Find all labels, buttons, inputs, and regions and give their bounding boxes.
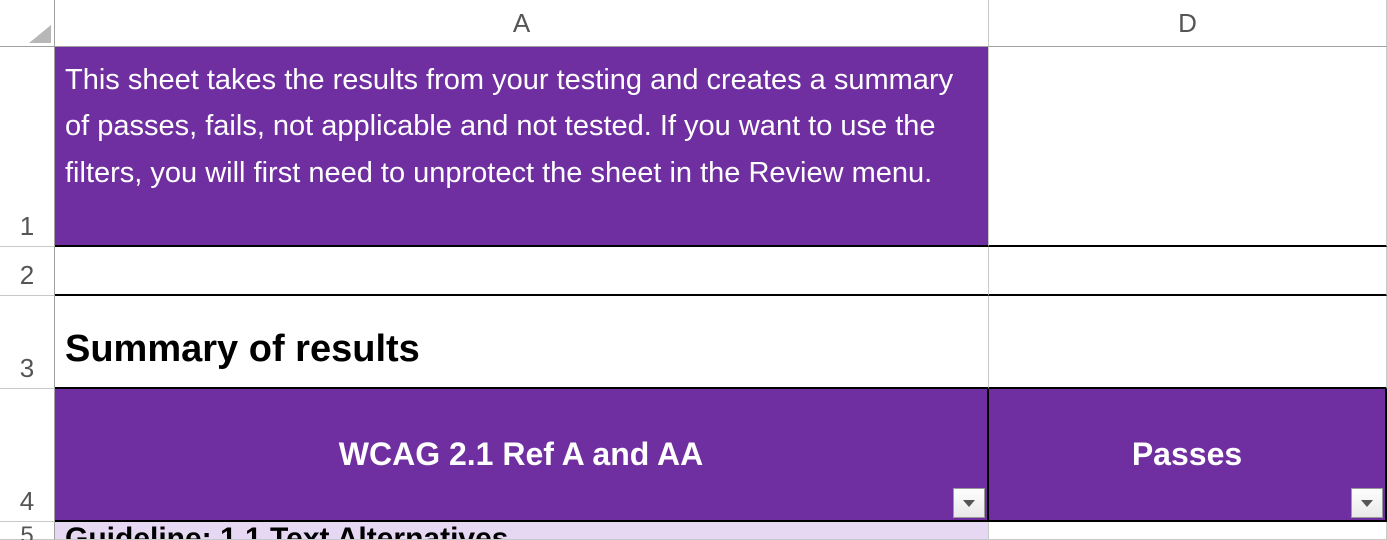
cell-a3-title[interactable]: Summary of results bbox=[55, 296, 989, 389]
cell-d1[interactable] bbox=[989, 47, 1387, 247]
cell-d3[interactable] bbox=[989, 296, 1387, 389]
row-header-1[interactable]: 1 bbox=[0, 47, 55, 247]
cell-d5[interactable] bbox=[989, 522, 1387, 540]
cell-a2[interactable] bbox=[55, 247, 989, 296]
header-passes-label: Passes bbox=[1132, 436, 1242, 473]
row-header-2[interactable]: 2 bbox=[0, 247, 55, 296]
cell-a4-header[interactable]: WCAG 2.1 Ref A and AA bbox=[55, 389, 989, 522]
column-header-a[interactable]: A bbox=[55, 0, 989, 47]
spreadsheet-grid: A D 1 This sheet takes the results from … bbox=[0, 0, 1387, 540]
row-header-4[interactable]: 4 bbox=[0, 389, 55, 522]
header-wcag-label: WCAG 2.1 Ref A and AA bbox=[339, 436, 703, 473]
column-header-d[interactable]: D bbox=[989, 0, 1387, 47]
select-all-corner[interactable] bbox=[0, 0, 55, 47]
cell-a1-intro[interactable]: This sheet takes the results from your t… bbox=[55, 47, 989, 247]
filter-dropdown-a[interactable] bbox=[953, 488, 985, 518]
cell-d4-header[interactable]: Passes bbox=[989, 389, 1387, 522]
row-header-3[interactable]: 3 bbox=[0, 296, 55, 389]
cell-d2[interactable] bbox=[989, 247, 1387, 296]
row-header-5[interactable]: 5 bbox=[0, 522, 55, 540]
cell-a5-guideline[interactable]: Guideline: 1.1 Text Alternatives bbox=[55, 522, 989, 540]
filter-dropdown-d[interactable] bbox=[1351, 488, 1383, 518]
